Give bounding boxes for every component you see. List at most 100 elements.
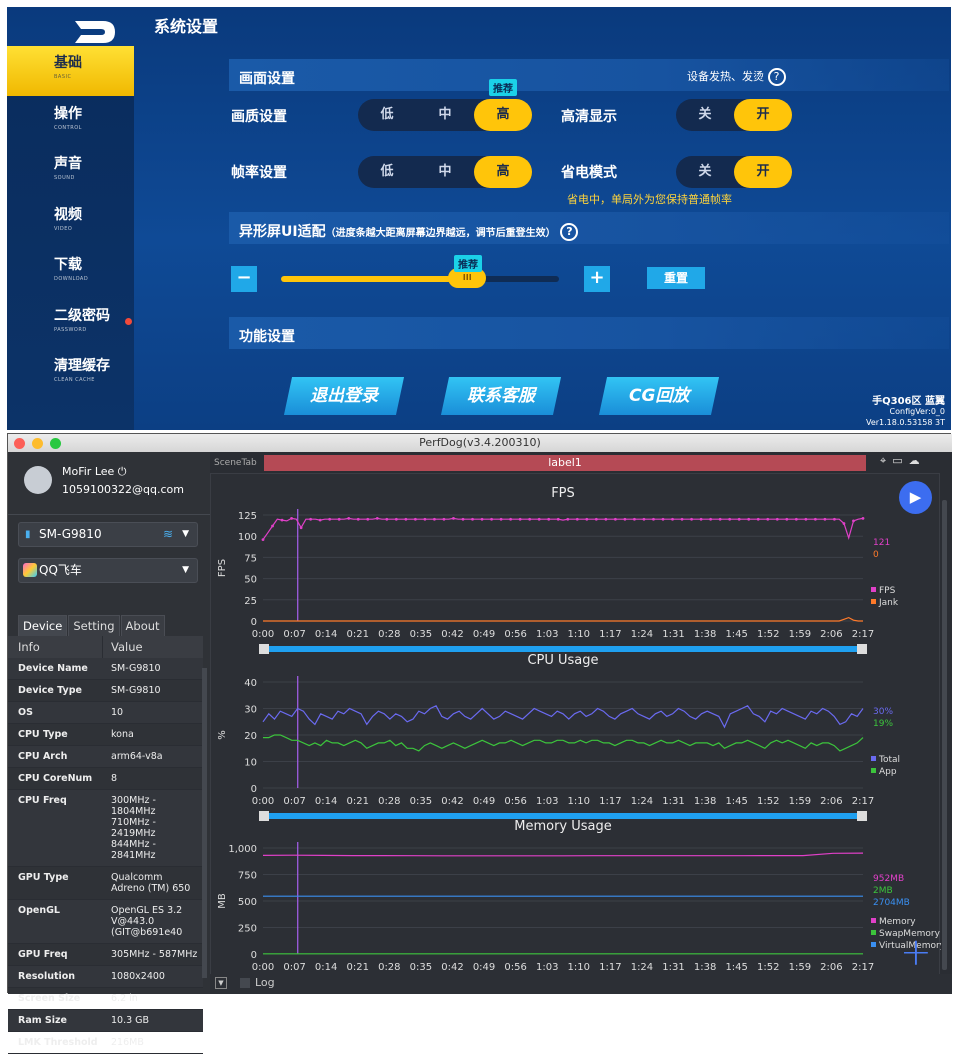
app-icon [23,563,37,577]
add-button[interactable]: + [900,933,932,971]
table-header: Info Value [8,636,203,658]
info-value: arm64-v8a [111,751,163,762]
ui-adapt-title: 异形屏UI适配 [239,224,326,240]
seg-quality-option[interactable]: 中 [416,99,474,131]
seg-fps-option[interactable]: 高 [474,156,532,188]
data-point [861,516,865,520]
left-tabs: Device Setting About [18,615,166,637]
app-version: Ver1.18.0.53158 3T [865,418,945,427]
play-button[interactable]: ▶ [899,481,932,514]
logout-button[interactable]: 退出登录 [283,377,405,415]
info-value: 1080x2400 [111,971,165,982]
sidebar-item-sublabel: PASSWORD [54,326,87,333]
tick-label: 1:45 [725,796,747,807]
sidebar-item-clean-cache[interactable]: 清理缓存 CLEAN CACHE [7,349,134,399]
tick-label: 0:28 [378,796,400,807]
column-header-info: Info [8,636,103,658]
quality-selector[interactable]: 低中高 [358,99,532,131]
tick-label: 0:07 [283,796,305,807]
close-window-button[interactable] [14,438,25,449]
info-key: CPU Arch [18,751,68,762]
info-scrollbar[interactable] [202,668,207,978]
sidebar-item-label: 声音 [54,156,82,172]
axis-label: % [217,730,228,740]
framerate-selector[interactable]: 低中高 [358,156,532,188]
help-icon[interactable]: ? [560,223,579,241]
increase-button[interactable]: + [584,266,610,292]
column-header-value: Value [111,640,143,654]
seg-quality-option[interactable]: 高 [474,99,532,131]
tick-label: 0:00 [252,629,274,640]
sidebar-item-control[interactable]: 操作 CONTROL [7,97,134,147]
tick-label: 1:38 [694,962,716,973]
data-point [337,517,341,521]
seg-quality-option[interactable]: 低 [358,99,416,131]
zoom-window-button[interactable] [50,438,61,449]
location-icon[interactable]: ⌖ [880,454,892,467]
data-point [728,517,732,521]
seg-hd-option[interactable]: 开 [734,99,792,131]
sidebar-item-label: 二级密码 [54,307,110,324]
info-value: 6.2 in [111,993,138,1004]
hd-toggle[interactable]: 关开 [676,99,792,131]
label-tab[interactable]: label1 [264,455,866,471]
tab-device[interactable]: Device [18,615,68,637]
cloud-icon[interactable]: ☁ [909,454,926,467]
tick-label: 0:21 [347,629,369,640]
ui-adapt-note: （进度条越大距离屏幕边界越远，调节后重登生效） [325,228,556,239]
axis-label: FPS [217,559,228,577]
data-point [775,517,779,521]
folder-icon[interactable]: ▭ [892,454,908,467]
cg-replay-button[interactable]: CG回放 [598,377,720,415]
seg-fps-option[interactable]: 低 [358,156,416,188]
scene-tab[interactable]: SceneTab [210,455,262,471]
tab-setting[interactable]: Setting [68,615,120,637]
table-row: GPU Type Qualcomm Adreno (TM) 650 [8,867,203,900]
data-point [585,517,589,521]
tick-label: 2:17 [852,629,874,640]
hd-label: 高清显示 [561,109,617,125]
decrease-button[interactable]: − [231,266,257,292]
data-point [852,519,855,523]
sidebar-item-password[interactable]: 二级密码 PASSWORD [7,299,134,349]
series-line-app [263,734,864,752]
seg-power-option[interactable]: 开 [734,156,792,188]
data-point [490,517,493,521]
tick-label: 0:49 [473,962,495,973]
table-row: LMK Threshold 216MB [8,1032,203,1054]
seg-power-option[interactable]: 关 [676,156,734,188]
seg-fps-option[interactable]: 中 [416,156,474,188]
app-select[interactable]: QQ飞车 ▼ [18,558,198,583]
reset-button[interactable]: 重置 [647,267,705,289]
expand-icon[interactable]: ▼ [215,977,227,989]
game-logo [75,21,115,43]
sidebar-item-video[interactable]: 视频 VIDEO [7,198,134,248]
legend-swatch [871,599,876,604]
charts-scrollbar[interactable] [942,500,947,970]
left-panel: MoFir Lee ⏻ 1059100322@qq.com ▮ SM-G9810… [8,452,210,1054]
tick-label: 1:59 [789,962,811,973]
log-checkbox[interactable] [240,978,250,988]
seg-hd-option[interactable]: 关 [676,99,734,131]
data-point [261,538,265,541]
sidebar-item-basic[interactable]: 基础 BASIC [7,46,134,96]
power-save-toggle[interactable]: 关开 [676,156,792,188]
tick-label: 0:56 [504,962,526,973]
sidebar-item-download[interactable]: 下载 DOWNLOAD [7,248,134,298]
sidebar-item-sound[interactable]: 声音 SOUND [7,147,134,197]
ui-adapt-slider[interactable]: III [281,268,559,288]
contact-service-button[interactable]: 联系客服 [440,377,562,415]
minimize-window-button[interactable] [32,438,43,449]
right-panel: SceneTab label1 ⌖▭☁ FPS FPS 0 25 50 75 100 125 0… [210,452,952,994]
table-row: Device Name SM-G9810 [8,658,203,680]
tab-about[interactable]: About [120,615,165,637]
section-display-header: 画面设置 [229,59,949,91]
data-point [461,517,465,521]
tick-label: 2:17 [852,796,874,807]
quality-label: 画质设置 [231,109,287,125]
help-icon[interactable]: ? [767,68,786,86]
device-select[interactable]: ▮ SM-G9810 ≋ ▼ [18,522,198,547]
heat-help-link[interactable]: 设备发热、发烫 ? [687,68,786,86]
power-icon[interactable]: ⏻ [118,465,127,478]
data-point [699,517,703,521]
